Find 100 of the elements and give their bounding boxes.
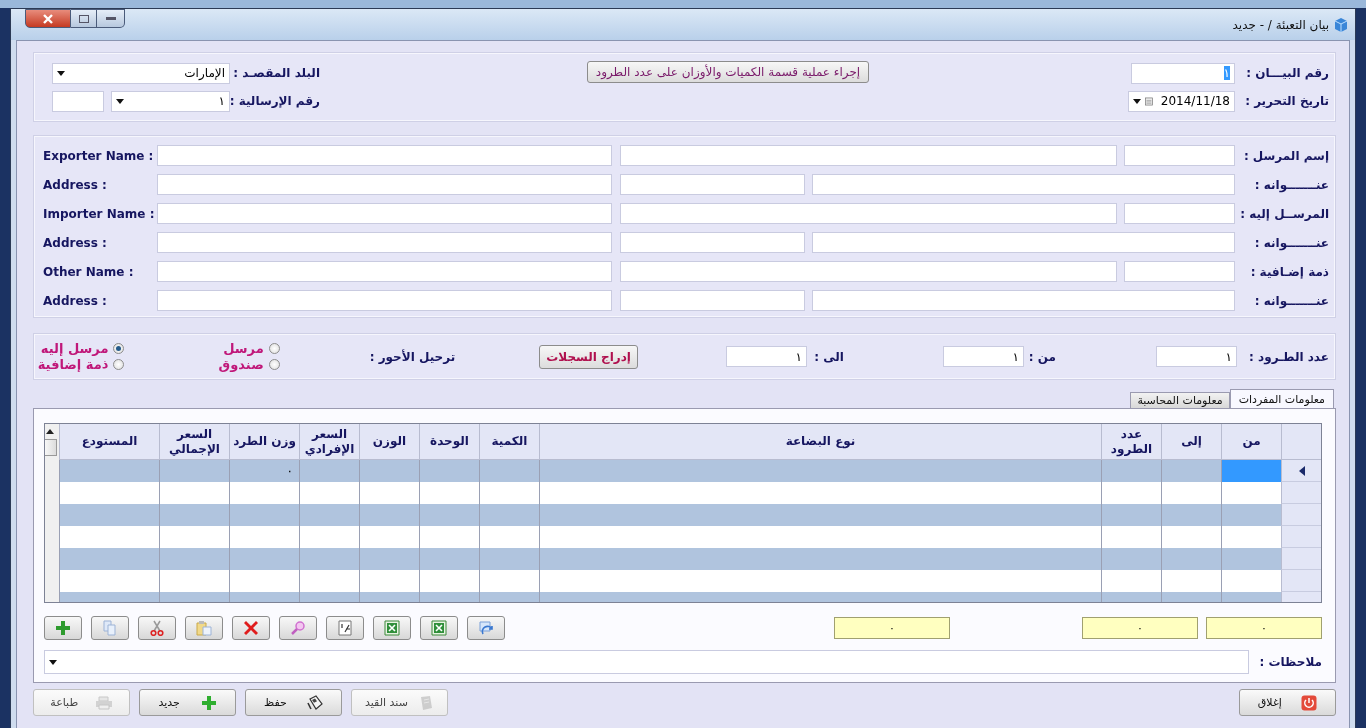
- table-cell: [419, 504, 479, 526]
- scrollbar[interactable]: [45, 424, 59, 602]
- radio-option[interactable]: مرسل إليه: [37, 341, 125, 356]
- input-field[interactable]: [1124, 261, 1235, 282]
- close-button[interactable]: إغلاق: [1239, 689, 1336, 716]
- radio-option[interactable]: صندوق: [218, 357, 280, 372]
- excel-button[interactable]: [420, 616, 458, 640]
- table-cell: [359, 460, 419, 482]
- notes-dropdown[interactable]: [44, 650, 1249, 674]
- input-field[interactable]: [157, 232, 612, 253]
- table-cell: [1101, 460, 1161, 482]
- input-field[interactable]: [52, 90, 104, 112]
- field-label: عدد الطـرود :: [1248, 348, 1330, 367]
- delete-button[interactable]: [232, 616, 270, 640]
- column-header[interactable]: نوع البضاعة: [539, 424, 1101, 460]
- excel-button[interactable]: [373, 616, 411, 640]
- save-button[interactable]: حفظ: [245, 689, 342, 716]
- column-header[interactable]: إلى: [1161, 424, 1221, 460]
- table-cell: ٠: [229, 460, 299, 482]
- input-field[interactable]: [620, 232, 805, 253]
- field-label: Address :: [42, 292, 108, 309]
- table-cell: [479, 460, 539, 482]
- new-button[interactable]: جديد: [139, 689, 236, 716]
- table-cell: [159, 548, 229, 570]
- add-button[interactable]: [44, 616, 82, 640]
- search-button[interactable]: [279, 616, 317, 640]
- column-header[interactable]: من: [1221, 424, 1281, 460]
- header-corner: [1281, 424, 1321, 460]
- column-header[interactable]: المستودع: [59, 424, 159, 460]
- column-header[interactable]: الكمية: [479, 424, 539, 460]
- input-field[interactable]: [812, 290, 1235, 311]
- input-field[interactable]: ١: [1156, 346, 1237, 367]
- copy-button[interactable]: [91, 616, 129, 640]
- split-quantities-button[interactable]: إجراء عملية قسمة الكميات والأوزان على عدد الطرود: [586, 61, 870, 83]
- input-field[interactable]: [620, 203, 1117, 224]
- numbering-button[interactable]: [326, 616, 364, 640]
- input-field[interactable]: [812, 232, 1235, 253]
- table-cell: [159, 460, 229, 482]
- close-icon: [42, 13, 54, 24]
- input-field[interactable]: [812, 174, 1235, 195]
- page-icon: [338, 620, 352, 636]
- column-header[interactable]: السعر الإجمالي: [159, 424, 229, 460]
- table-cell: [229, 504, 299, 526]
- date-field[interactable]: 2014/11/18: [1128, 90, 1235, 112]
- plus-icon: [200, 694, 217, 711]
- input-field[interactable]: [620, 261, 1117, 282]
- input-field[interactable]: [620, 290, 805, 311]
- row-header[interactable]: [1281, 460, 1321, 482]
- total-field: ٠: [1082, 617, 1198, 639]
- field-label: ترحيل الأحور :: [369, 348, 456, 367]
- input-field[interactable]: [157, 174, 612, 195]
- input-field[interactable]: [620, 145, 1117, 166]
- total-field: ٠: [834, 617, 950, 639]
- tab[interactable]: معلومات المفردات: [1229, 389, 1334, 408]
- column-header[interactable]: الوزن: [359, 424, 419, 460]
- spreadsheet-icon: [431, 620, 447, 636]
- field-label: رقم البيـــان :: [1245, 65, 1330, 82]
- minimize-button[interactable]: [97, 9, 125, 28]
- input-field[interactable]: [157, 290, 612, 311]
- radio-option[interactable]: ذمة إضافية: [37, 357, 125, 372]
- minimize-icon: [105, 17, 116, 20]
- current-row-icon: [1298, 465, 1305, 476]
- input-field[interactable]: [620, 174, 805, 195]
- paste-button[interactable]: [185, 616, 223, 640]
- table-cell: [359, 548, 419, 570]
- column-header[interactable]: عدد الطرود: [1101, 424, 1161, 460]
- input-field[interactable]: [157, 203, 612, 224]
- input-field[interactable]: [1124, 145, 1235, 166]
- column-header[interactable]: الوحدة: [419, 424, 479, 460]
- input-field[interactable]: [157, 145, 612, 166]
- maximize-icon: [78, 14, 89, 23]
- cut-button[interactable]: [138, 616, 176, 640]
- radio-option[interactable]: مرسل: [218, 341, 280, 356]
- close-button[interactable]: [25, 9, 71, 28]
- field-label: الى :: [814, 348, 844, 366]
- shipment-dropdown[interactable]: ١: [111, 90, 230, 112]
- field-label: ملاحظات :: [1259, 654, 1322, 671]
- input-field[interactable]: [157, 261, 612, 282]
- field-label: البلد المقصـد :: [232, 65, 321, 82]
- dropdown-arrow-icon: [116, 98, 124, 104]
- refresh-button[interactable]: [467, 616, 505, 640]
- input-field[interactable]: ١: [943, 346, 1024, 367]
- tab[interactable]: معلومات المحاسبة: [1130, 392, 1230, 408]
- clipboard-icon: [196, 620, 212, 636]
- magnifier-icon: [290, 620, 306, 636]
- cube-icon: [1333, 16, 1349, 33]
- dropdown-arrow-icon: [49, 659, 57, 665]
- table-cell: [1101, 548, 1161, 570]
- maximize-button[interactable]: [71, 9, 97, 28]
- input-field[interactable]: ١: [726, 346, 807, 367]
- column-header[interactable]: السعر الإفرادي: [299, 424, 359, 460]
- column-header[interactable]: وزن الطرد: [229, 424, 299, 460]
- insert-records-button[interactable]: إدراج السجلات: [539, 344, 638, 369]
- scroll-thumb[interactable]: [45, 439, 57, 456]
- input-field[interactable]: [1124, 203, 1235, 224]
- table-cell: [299, 460, 359, 482]
- plus-icon: [55, 620, 71, 636]
- country-dropdown[interactable]: الإمارات: [52, 62, 230, 84]
- table-cell: [299, 548, 359, 570]
- table-cell: [419, 548, 479, 570]
